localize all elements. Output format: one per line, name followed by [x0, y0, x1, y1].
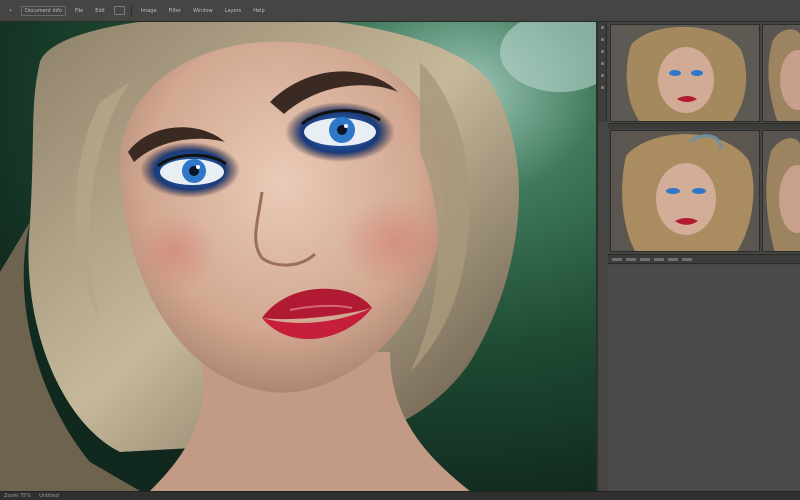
- status-bar: Zoom 75% Untitled: [0, 491, 800, 500]
- image-canvas[interactable]: [0, 22, 596, 491]
- portrait-photo: [0, 22, 596, 491]
- status-right: Untitled: [39, 493, 59, 499]
- toolbar-control[interactable]: [640, 257, 650, 261]
- scroll-dot-icon[interactable]: [600, 62, 604, 65]
- menu-item-4[interactable]: Image: [138, 7, 160, 15]
- thumbnails-panel: [596, 22, 800, 491]
- menu-item-0[interactable]: •: [6, 7, 15, 15]
- menu-bar: • Document info File Edit Image Filter W…: [0, 0, 800, 22]
- menu-item-8[interactable]: Help: [250, 7, 267, 15]
- toolbar-control[interactable]: [654, 257, 664, 261]
- thumbnail-3[interactable]: [610, 130, 760, 252]
- thumbnail-4[interactable]: [762, 130, 800, 252]
- panel-toolbar: [608, 254, 800, 264]
- panel-scroll-strip[interactable]: [598, 22, 607, 122]
- thumbnail-image: [611, 25, 759, 121]
- tool-icon[interactable]: [113, 6, 125, 15]
- menu-separator: [130, 4, 132, 17]
- scroll-dot-icon[interactable]: [600, 74, 604, 77]
- scroll-dot-icon[interactable]: [600, 38, 604, 41]
- thumbnail-image: [611, 131, 759, 251]
- menu-item-1[interactable]: Document info: [20, 5, 66, 16]
- toolbar-control[interactable]: [668, 257, 678, 261]
- menu-item-6[interactable]: Window: [190, 7, 216, 15]
- menu-item-2[interactable]: File: [72, 7, 86, 15]
- scroll-dot-icon[interactable]: [600, 50, 604, 53]
- scroll-dot-icon[interactable]: [600, 26, 604, 29]
- scroll-dot-icon[interactable]: [600, 86, 604, 89]
- menu-item-7[interactable]: Layers: [222, 7, 245, 15]
- thumbnail-2[interactable]: [762, 24, 800, 122]
- toolbar-control[interactable]: [612, 257, 622, 261]
- toolbar-control[interactable]: [626, 257, 636, 261]
- thumbnail-image: [763, 25, 800, 121]
- menu-item-5[interactable]: Filter: [166, 7, 184, 15]
- toolbar-control[interactable]: [682, 257, 692, 261]
- panel-divider: [608, 123, 800, 129]
- status-left: Zoom 75%: [4, 493, 32, 499]
- menu-item-3[interactable]: Edit: [92, 7, 108, 15]
- panel-empty-area: [608, 265, 800, 491]
- thumbnail-image: [763, 131, 800, 251]
- thumbnail-1[interactable]: [610, 24, 760, 122]
